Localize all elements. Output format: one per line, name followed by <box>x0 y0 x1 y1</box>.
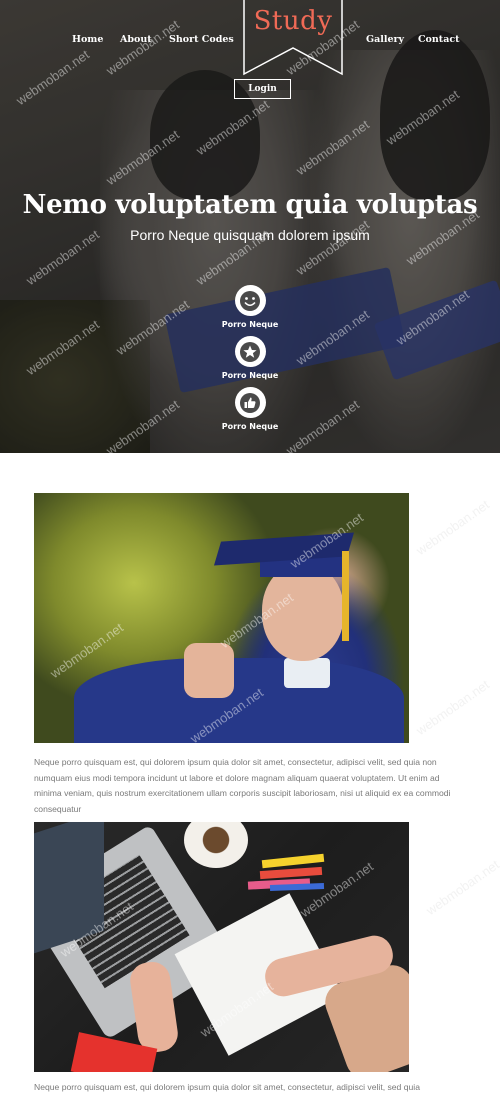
hero-subtitle: Porro Neque quisquam dolorem ipsum <box>130 227 370 243</box>
star-icon <box>234 336 266 367</box>
nav-gallery[interactable]: Gallery <box>366 34 404 45</box>
graduate-photo: webmoban.net webmoban.net webmoban.net w… <box>34 493 409 743</box>
site-logo[interactable]: Study <box>243 6 343 36</box>
feature-item: Porro Neque <box>200 336 300 380</box>
content-paragraph: Neque porro quisquam est, qui dolorem ip… <box>34 1082 420 1092</box>
photo-marker <box>259 866 323 880</box>
thumbs-up-icon <box>234 387 266 418</box>
watermark: webmoban.net <box>413 676 492 739</box>
feature-label: Porro Neque <box>221 371 279 380</box>
nav-home[interactable]: Home <box>72 34 103 45</box>
feature-item: Porro Neque <box>200 285 300 329</box>
content-paragraph: Neque porro quisquam est, qui dolorem ip… <box>34 757 451 814</box>
hero-banner: Home About Short Codes Study Gallery Con… <box>0 0 500 453</box>
photo-head <box>262 563 344 661</box>
feature-label: Porro Neque <box>221 320 279 329</box>
photo-gown <box>74 658 404 743</box>
watermark: webmoban.net <box>423 856 500 919</box>
login-button[interactable]: Login <box>234 79 291 99</box>
photo-marker <box>269 883 325 891</box>
photo-coffee-cup <box>184 822 248 868</box>
feature-label: Porro Neque <box>221 422 279 431</box>
photo-thumb <box>184 643 234 698</box>
photo-tassel <box>342 551 349 641</box>
watermark: webmoban.net <box>413 496 492 559</box>
feature-item: Porro Neque <box>200 387 300 431</box>
smiley-icon <box>234 285 266 316</box>
photo-collar <box>284 658 330 688</box>
nav-short-codes[interactable]: Short Codes <box>169 34 234 45</box>
study-desk-photo: webmoban.net webmoban.net webmoban.net <box>34 822 409 1072</box>
photo-marker <box>261 853 325 869</box>
nav-contact[interactable]: Contact <box>418 34 460 45</box>
nav-about[interactable]: About <box>120 34 152 45</box>
photo-screen <box>34 822 104 954</box>
hero-title: Nemo voluptatem quia voluptas <box>22 190 478 220</box>
